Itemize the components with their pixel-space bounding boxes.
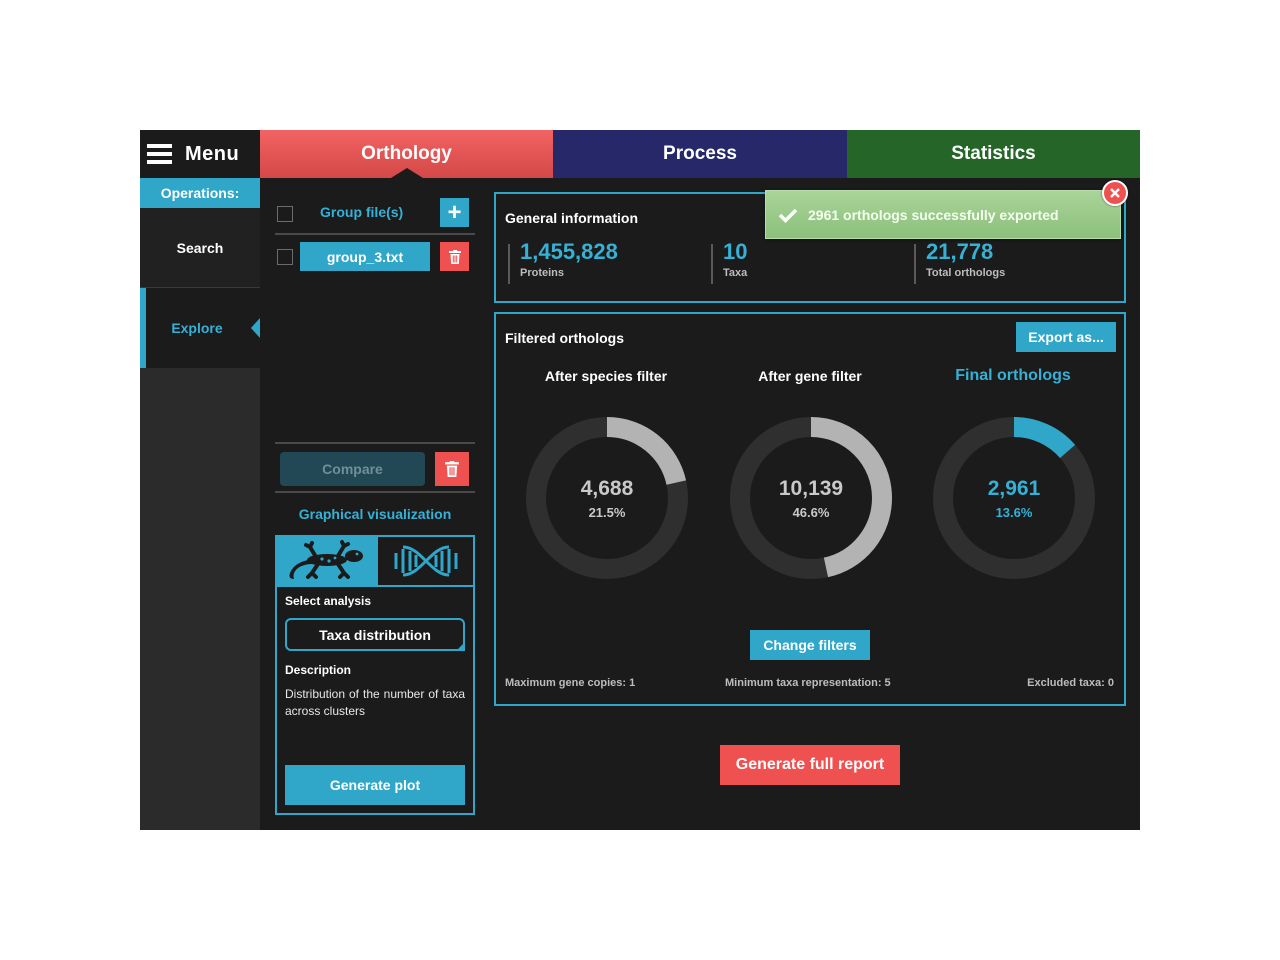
sidebar-item-label: Search <box>176 239 224 256</box>
donut-center: 2,961 13.6% <box>932 416 1096 580</box>
donut-value: 2,961 <box>987 476 1041 500</box>
change-filters-label: Change filters <box>763 637 857 653</box>
selected-analysis: Taxa distribution <box>319 626 431 643</box>
export-success-toast: 2961 orthologs successfully exported <box>765 190 1121 239</box>
gecko-icon <box>289 540 363 579</box>
donut-gene-filter: 10,139 46.6% <box>729 416 893 580</box>
donut-title-final: Final orthologs <box>955 367 1071 384</box>
tab-statistics[interactable]: Statistics <box>847 130 1140 178</box>
divider <box>275 442 475 444</box>
donut-value: 4,688 <box>580 476 634 500</box>
operations-label: Operations: <box>140 178 260 208</box>
generate-full-report-button[interactable]: Generate full report <box>720 745 900 785</box>
tab-label: Process <box>663 143 737 164</box>
analysis-panel: Select analysis Taxa distribution Descri… <box>275 535 475 815</box>
change-filters-button[interactable]: Change filters <box>750 630 870 660</box>
compare-label: Compare <box>322 461 383 477</box>
sidebar-item-explore[interactable]: Explore <box>140 288 260 368</box>
group-files-header: Group file(s) <box>320 204 404 220</box>
donut-center: 4,688 21.5% <box>525 416 689 580</box>
stat-label: Taxa <box>723 267 748 279</box>
donut-center: 10,139 46.6% <box>729 416 893 580</box>
tab-taxa-analysis[interactable] <box>277 537 376 585</box>
generate-plot-label: Generate plot <box>329 777 421 793</box>
graphical-visualization-title: Graphical visualization <box>298 506 452 522</box>
donut-percent: 13.6% <box>995 504 1033 520</box>
toast-message: 2961 orthologs successfully exported <box>808 206 1059 223</box>
operations-sidebar: Operations: Search Explore <box>140 178 260 830</box>
filtered-orthologs-title: Filtered orthologs <box>505 330 624 346</box>
remove-file-button[interactable] <box>440 242 469 271</box>
donut-species-filter: 4,688 21.5% <box>525 416 689 580</box>
stat-total-orthologs: 21,778 Total orthologs <box>914 240 1006 284</box>
export-label: Export as... <box>1028 329 1104 345</box>
plus-icon: + <box>447 198 462 226</box>
dropdown-corner-icon <box>456 642 465 651</box>
export-as-button[interactable]: Export as... <box>1016 322 1116 352</box>
file-item-group-3[interactable]: group_3.txt <box>300 242 430 271</box>
file-name: group_3.txt <box>326 248 404 265</box>
analysis-description: Distribution of the number of taxa acros… <box>285 687 465 718</box>
stat-taxa: 10 Taxa <box>711 240 748 284</box>
donut-value: 10,139 <box>778 476 844 500</box>
app-window: Menu Orthology Process Statistics Operat… <box>140 130 1140 830</box>
tab-label: Orthology <box>361 143 452 164</box>
dna-icon <box>394 545 457 577</box>
trash-icon <box>445 461 459 477</box>
donut-percent: 46.6% <box>792 504 830 520</box>
tab-label: Statistics <box>951 143 1036 164</box>
divider <box>275 233 475 235</box>
stat-value: 21,778 <box>926 239 994 264</box>
stat-value: 1,455,828 <box>520 239 618 264</box>
clear-files-button[interactable] <box>435 452 469 486</box>
donut-final-orthologs: 2,961 13.6% <box>932 416 1096 580</box>
filtered-orthologs-panel: Filtered orthologs Export as... After sp… <box>494 312 1126 706</box>
select-analysis-label: Select analysis <box>285 594 372 608</box>
min-taxa-representation: Minimum taxa representation: 5 <box>725 677 891 689</box>
active-arrow-icon <box>251 318 260 338</box>
stat-proteins: 1,455,828 Proteins <box>508 240 618 284</box>
description-label: Description <box>285 663 352 677</box>
stat-label: Proteins <box>520 267 565 279</box>
sidebar-item-search[interactable]: Search <box>140 208 260 288</box>
donut-title-species: After species filter <box>544 368 668 384</box>
stat-value: 10 <box>723 239 748 264</box>
add-file-button[interactable]: + <box>440 198 469 227</box>
max-gene-copies: Maximum gene copies: 1 <box>505 677 636 689</box>
trash-icon <box>448 249 461 264</box>
donut-title-gene: After gene filter <box>758 368 862 384</box>
toast-close-button[interactable] <box>1102 180 1128 206</box>
menu-label: Menu <box>185 142 240 165</box>
divider <box>275 491 475 493</box>
analysis-dropdown[interactable]: Taxa distribution <box>285 618 465 651</box>
report-label: Generate full report <box>735 756 885 773</box>
excluded-taxa: Excluded taxa: 0 <box>1027 677 1114 689</box>
active-tab-pointer <box>391 168 423 178</box>
hamburger-icon <box>147 144 172 164</box>
compare-button[interactable]: Compare <box>280 452 425 486</box>
stat-label: Total orthologs <box>926 267 1006 279</box>
tab-dna-analysis[interactable] <box>376 537 473 585</box>
close-icon <box>1110 188 1120 198</box>
general-information-title: General information <box>505 210 639 226</box>
file-checkbox[interactable] <box>277 249 293 265</box>
menu-button[interactable]: Menu <box>140 130 260 178</box>
select-all-checkbox[interactable] <box>277 206 293 222</box>
generate-plot-button[interactable]: Generate plot <box>285 765 465 805</box>
tab-process[interactable]: Process <box>553 130 847 178</box>
divider <box>277 585 473 587</box>
sidebar-item-label: Explore <box>171 320 223 336</box>
donut-percent: 21.5% <box>588 504 626 520</box>
checkmark-icon <box>778 208 798 223</box>
